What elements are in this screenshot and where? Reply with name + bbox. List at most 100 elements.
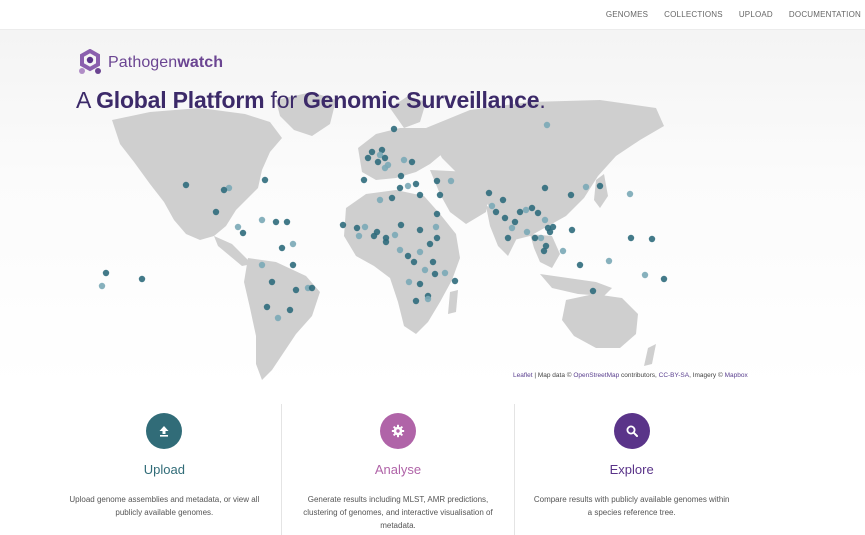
map-marker[interactable] [582,183,590,191]
map-marker[interactable] [412,297,420,305]
map-marker[interactable] [374,158,382,166]
feature-title-upload[interactable]: Upload [48,462,281,477]
map-marker[interactable] [258,216,266,224]
map-marker[interactable] [508,224,516,232]
map-marker[interactable] [353,224,361,232]
license-link[interactable]: CC-BY-SA [659,372,689,379]
map-marker[interactable] [364,154,372,162]
map-marker[interactable] [397,172,405,180]
openstreetmap-link[interactable]: OpenStreetMap [573,372,619,379]
map-marker[interactable] [360,176,368,184]
map-marker[interactable] [433,177,441,185]
map-marker[interactable] [355,232,363,240]
map-marker[interactable] [641,271,649,279]
map-marker[interactable] [485,189,493,197]
analyse-button[interactable] [380,413,416,449]
map-marker[interactable] [272,218,280,226]
map-marker[interactable] [523,228,531,236]
map-marker[interactable] [382,238,390,246]
map-marker[interactable] [391,231,399,239]
map-marker[interactable] [405,278,413,286]
nav-upload[interactable]: UPLOAD [739,10,773,19]
map-marker[interactable] [429,258,437,266]
map-marker[interactable] [528,204,536,212]
nav-collections[interactable]: COLLECTIONS [664,10,723,19]
map-marker[interactable] [541,216,549,224]
map-marker[interactable] [540,247,548,255]
brand[interactable]: Pathogenwatch [76,49,223,77]
map-marker[interactable] [627,234,635,242]
map-marker[interactable] [408,158,416,166]
map-marker[interactable] [416,191,424,199]
map-marker[interactable] [400,156,408,164]
map-marker[interactable] [410,258,418,266]
map-marker[interactable] [376,196,384,204]
map-marker[interactable] [516,208,524,216]
world-map[interactable] [0,30,865,390]
map-marker[interactable] [138,275,146,283]
map-marker[interactable] [492,208,500,216]
map-marker[interactable] [537,234,545,242]
map-marker[interactable] [292,286,300,294]
map-marker[interactable] [433,234,441,242]
mapbox-link[interactable]: Mapbox [725,372,748,379]
map-marker[interactable] [286,306,294,314]
map-marker[interactable] [102,269,110,277]
map-marker[interactable] [596,182,604,190]
map-marker[interactable] [426,240,434,248]
map-marker[interactable] [416,280,424,288]
map-marker[interactable] [278,244,286,252]
map-marker[interactable] [396,184,404,192]
map-marker[interactable] [370,232,378,240]
map-marker[interactable] [289,261,297,269]
map-marker[interactable] [589,287,597,295]
map-marker[interactable] [289,240,297,248]
map-marker[interactable] [421,266,429,274]
map-marker[interactable] [501,214,509,222]
map-marker[interactable] [182,181,190,189]
map-marker[interactable] [511,218,519,226]
map-marker[interactable] [268,278,276,286]
map-marker[interactable] [258,261,266,269]
map-marker[interactable] [361,223,369,231]
map-marker[interactable] [488,202,496,210]
map-marker[interactable] [416,248,424,256]
map-marker[interactable] [431,270,439,278]
map-marker[interactable] [396,246,404,254]
map-marker[interactable] [559,247,567,255]
map-marker[interactable] [220,186,228,194]
map-marker[interactable] [424,295,432,303]
map-marker[interactable] [339,221,347,229]
feature-title-analyse[interactable]: Analyse [282,462,515,477]
map-marker[interactable] [441,269,449,277]
map-marker[interactable] [308,284,316,292]
map-marker[interactable] [543,121,551,129]
map-marker[interactable] [568,226,576,234]
map-marker[interactable] [576,261,584,269]
map-marker[interactable] [522,206,530,214]
map-marker[interactable] [404,252,412,260]
map-marker[interactable] [239,229,247,237]
map-marker[interactable] [504,234,512,242]
map-marker[interactable] [234,223,242,231]
map-marker[interactable] [381,164,389,172]
map-marker[interactable] [404,182,412,190]
map-marker[interactable] [499,196,507,204]
map-marker[interactable] [546,228,554,236]
map-marker[interactable] [283,218,291,226]
map-marker[interactable] [626,190,634,198]
map-marker[interactable] [263,303,271,311]
map-marker[interactable] [534,209,542,217]
feature-title-explore[interactable]: Explore [515,462,748,477]
map-marker[interactable] [648,235,656,243]
map-marker[interactable] [412,180,420,188]
leaflet-link[interactable]: Leaflet [513,372,533,379]
map-marker[interactable] [531,234,539,242]
map-marker[interactable] [98,282,106,290]
map-marker[interactable] [436,191,444,199]
upload-button[interactable] [146,413,183,449]
map-marker[interactable] [432,223,440,231]
explore-button[interactable] [613,413,650,449]
map-marker[interactable] [397,221,405,229]
map-marker[interactable] [605,257,613,265]
